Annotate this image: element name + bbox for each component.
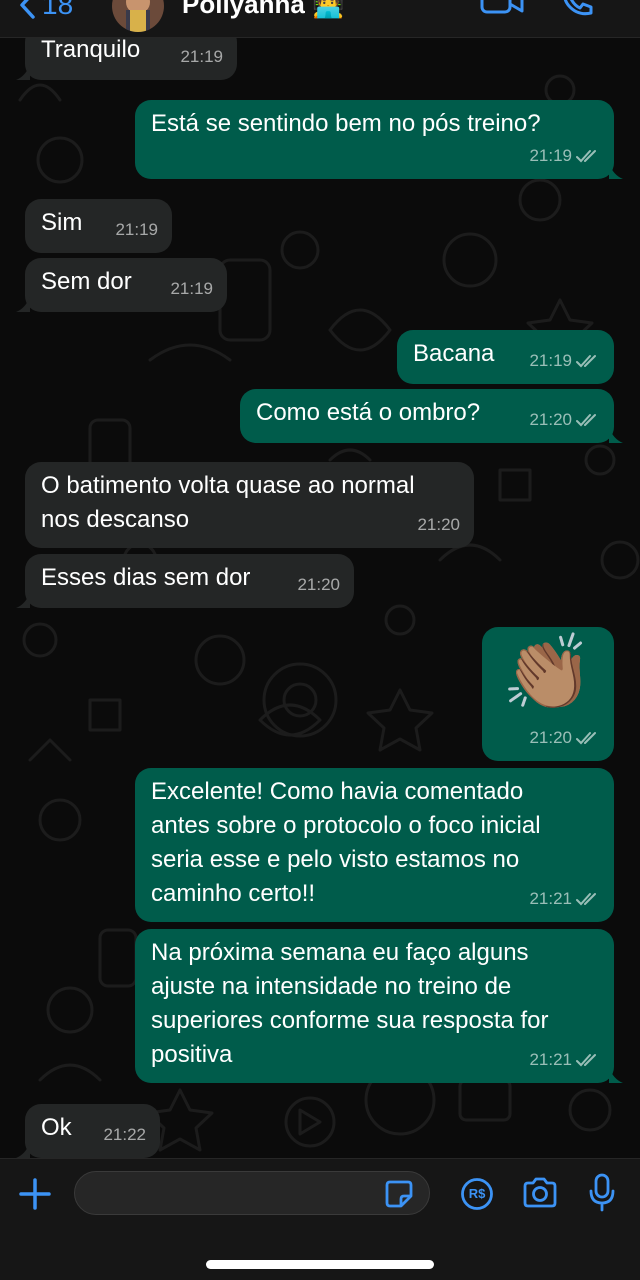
home-indicator[interactable] <box>206 1260 434 1269</box>
incoming-message[interactable]: Sem dor 21:19 <box>16 258 227 312</box>
message-meta: 21:20 <box>529 721 600 755</box>
plus-icon <box>19 1178 51 1210</box>
contact-name[interactable]: Pollyanna 🧑‍💻 <box>182 0 344 20</box>
message-time: 21:22 <box>103 1125 146 1144</box>
message-meta: 21:19 <box>170 272 213 306</box>
message-meta: 21:21 <box>529 882 600 916</box>
double-check-icon <box>576 150 596 163</box>
bubble-tail <box>609 163 623 179</box>
incoming-message[interactable]: Sim 21:19 <box>25 199 172 253</box>
bubble-tail <box>16 592 30 608</box>
sticker-icon <box>385 1180 413 1208</box>
camera-icon <box>523 1177 557 1208</box>
back-button[interactable]: 18 <box>18 0 73 22</box>
microphone-button[interactable] <box>588 1173 616 1218</box>
message-time: 21:20 <box>297 575 340 594</box>
attach-button[interactable] <box>18 1177 52 1216</box>
bubble-tail <box>609 1067 623 1083</box>
double-check-icon <box>576 414 596 427</box>
message-time: 21:20 <box>529 728 572 747</box>
voice-call-button[interactable] <box>560 0 594 23</box>
outgoing-message[interactable]: Excelente! Como havia comentado antes so… <box>135 768 614 922</box>
message-time: 21:19 <box>529 351 572 370</box>
message-meta: 21:21 <box>529 1043 600 1077</box>
video-call-button[interactable] <box>480 0 524 21</box>
message-time: 21:19 <box>115 220 158 239</box>
clapping-hands-emoji: 👏🏽 <box>501 631 595 714</box>
message-meta: 21:19 <box>529 139 600 173</box>
chat-screen: 18 Pollyanna 🧑‍💻 <box>0 0 640 1280</box>
avatar[interactable] <box>112 0 164 32</box>
message-meta: 21:19 <box>529 344 600 378</box>
message-time: 21:19 <box>529 146 572 165</box>
incoming-message[interactable]: O batimento volta quase ao normal nos de… <box>25 462 474 548</box>
message-time: 21:20 <box>417 515 460 534</box>
message-time: 21:21 <box>529 1050 572 1069</box>
name-emoji: 🧑‍💻 <box>312 0 345 19</box>
message-time: 21:19 <box>170 279 213 298</box>
outgoing-message[interactable]: Bacana 21:19 <box>397 330 614 384</box>
outgoing-message[interactable]: Na próxima semana eu faço alguns ajuste … <box>135 929 623 1083</box>
message-time: 21:21 <box>529 889 572 908</box>
microphone-icon <box>589 1173 615 1212</box>
message-time: 21:19 <box>180 47 223 66</box>
sticker-button[interactable] <box>384 1179 414 1214</box>
camera-button[interactable] <box>521 1177 559 1214</box>
double-check-icon <box>576 893 596 906</box>
chat-header: 18 Pollyanna 🧑‍💻 <box>0 0 640 38</box>
message-meta: 21:19 <box>180 40 223 74</box>
message-text: Esses dias sem dor <box>41 564 251 591</box>
incoming-message[interactable]: Ok 21:22 <box>16 1104 160 1158</box>
bubble-tail <box>16 1142 30 1158</box>
message-text: O batimento volta quase ao normal nos de… <box>41 472 415 533</box>
payment-button[interactable]: R$ <box>460 1177 494 1216</box>
message-time: 21:20 <box>529 410 572 429</box>
payment-label: R$ <box>468 1186 486 1201</box>
chevron-left-icon <box>20 0 35 19</box>
message-input[interactable] <box>74 1171 430 1215</box>
message-text: Está se sentindo bem no pós treino? <box>151 110 541 137</box>
incoming-message[interactable]: Esses dias sem dor 21:20 <box>16 554 354 608</box>
message-meta: 21:20 <box>417 508 460 542</box>
message-meta: 21:19 <box>115 213 158 247</box>
double-check-icon <box>576 355 596 368</box>
video-camera-icon <box>480 0 524 14</box>
outgoing-message[interactable]: Está se sentindo bem no pós treino? 21:1… <box>135 100 623 179</box>
double-check-icon <box>576 1054 596 1067</box>
unread-count: 18 <box>42 0 74 20</box>
message-meta: 21:20 <box>529 403 600 437</box>
message-meta: 21:20 <box>297 568 340 602</box>
bubble-tail <box>16 296 30 312</box>
outgoing-message[interactable]: Como está o ombro? 21:20 <box>240 389 623 443</box>
message-meta: 21:22 <box>103 1118 146 1152</box>
bubble-tail <box>16 64 30 80</box>
bubble-tail <box>609 427 623 443</box>
outgoing-emoji-message[interactable]: 👏🏽 21:20 <box>482 627 614 761</box>
phone-icon <box>563 0 593 16</box>
double-check-icon <box>576 732 596 745</box>
